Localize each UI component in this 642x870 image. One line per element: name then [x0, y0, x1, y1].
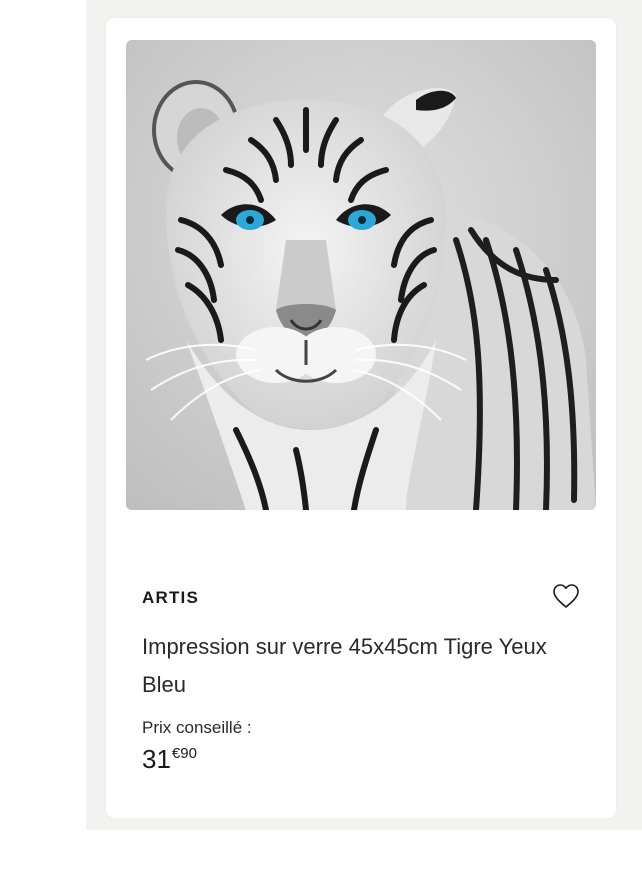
product-card[interactable]: ARTIS Impression sur verre 45x45cm Tigre… — [106, 18, 616, 818]
price-integer: 31 — [142, 744, 171, 774]
product-price: 31€90 — [142, 744, 197, 775]
brand-name[interactable]: ARTIS — [142, 588, 199, 608]
heart-icon[interactable] — [550, 580, 582, 612]
price-label: Prix conseillé : — [142, 718, 252, 737]
product-image[interactable] — [126, 40, 596, 510]
tiger-image — [126, 40, 596, 510]
product-title[interactable]: Impression sur verre 45x45cm Tigre Yeux … — [142, 628, 582, 704]
price-decimal: €90 — [171, 745, 197, 762]
